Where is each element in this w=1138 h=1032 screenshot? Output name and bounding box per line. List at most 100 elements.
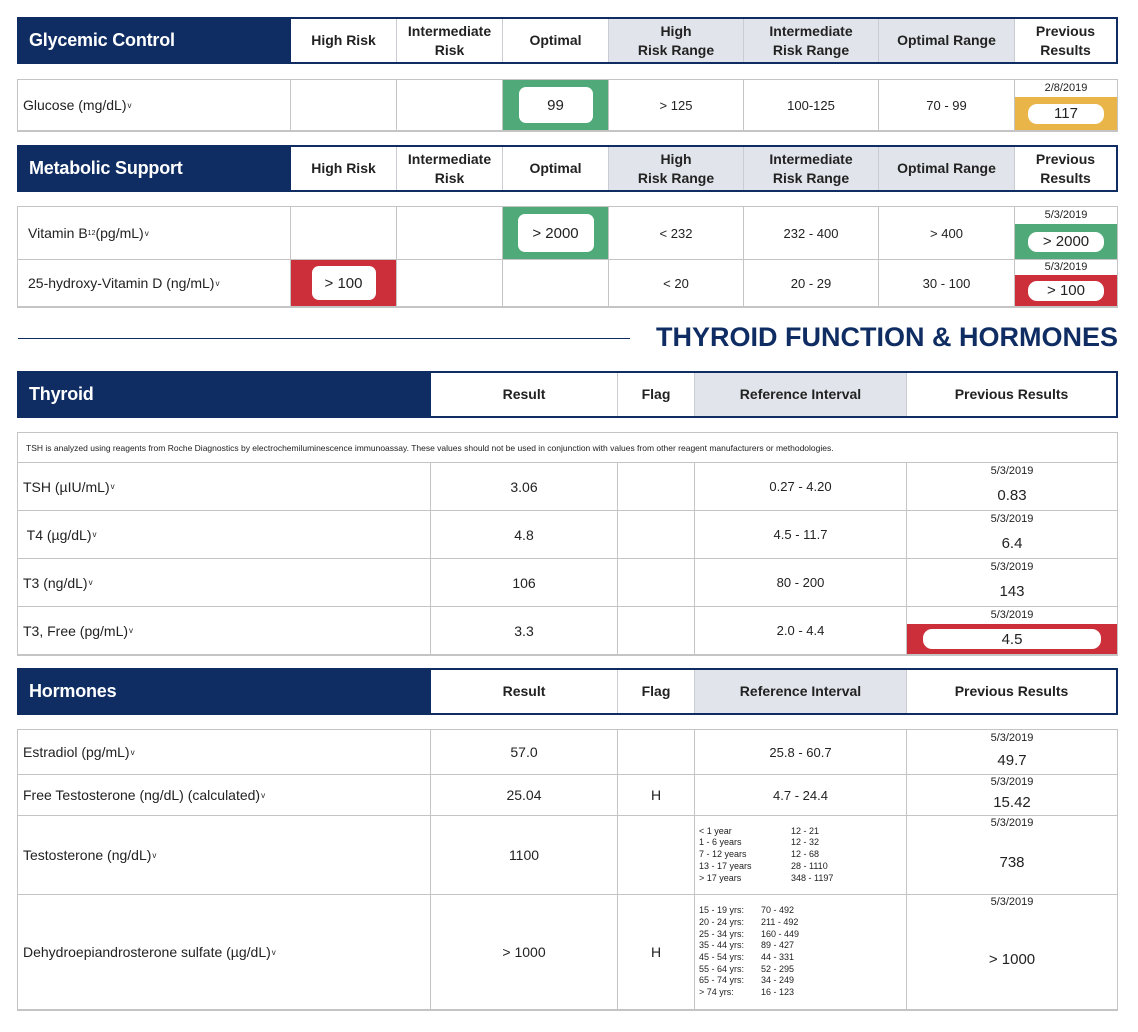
test-name: T4 (µg/dL) v [23, 526, 97, 543]
reference-interval: 80 - 200 [694, 559, 906, 606]
previous-value: 738 [999, 854, 1025, 871]
flag [617, 463, 694, 510]
test-name: Estradiol (pg/mL) v [23, 744, 135, 760]
previous-result: 2/8/2019 117 [1014, 80, 1117, 130]
reference-range: 12 - 32 [791, 837, 820, 848]
previous-value-box: 4.5 [907, 624, 1117, 654]
test-name: 25-hydroxy-Vitamin D (ng/mL) v [28, 275, 220, 291]
previous-date: 5/3/2019 [990, 896, 1034, 908]
result-value: > 1000 [430, 895, 617, 1009]
reference-range: 16 - 123 [761, 987, 795, 998]
col-reference-interval: Reference Interval [694, 670, 906, 713]
col-reference-interval: Reference Interval [694, 373, 906, 416]
reference-age: > 74 yrs: [699, 987, 734, 998]
result-value: 3.3 [430, 607, 617, 654]
col-high-risk: High Risk [311, 32, 376, 48]
col-previous-results: Previous Results [1014, 147, 1116, 190]
reference-age: 35 - 44 yrs: [699, 940, 745, 951]
previous-value-box: > 2000 [1015, 224, 1117, 259]
previous-result: 5/3/2019 > 100 [1014, 260, 1117, 306]
table-row-vitamin-b12: Vitamin B 12 (pg/mL) v > 2000 < 232 232 - … [18, 207, 1117, 259]
thyroid-table: TSH is analyzed using reagents from Roch… [17, 432, 1118, 656]
result-value: 25.04 [430, 775, 617, 815]
optimal-cell: 99 [502, 80, 608, 130]
previous-result: 5/3/2019 > 2000 [1014, 207, 1117, 259]
col-optimal: Optimal [502, 19, 608, 62]
reference-table: 15 - 19 yrs: 70 - 492 20 - 24 yrs: 211 - 49… [697, 905, 821, 999]
intermediate-risk-range: 20 - 29 [743, 260, 878, 306]
col-intermediate-risk-range: Intermediate Risk Range [743, 147, 878, 190]
result-value: 57.0 [430, 730, 617, 774]
section-divider [18, 338, 630, 339]
glycemic-title: Glycemic Control [19, 19, 291, 62]
table-row-glucose: Glucose (mg/dL) v 99 > 125 100-125 70 - 9… [18, 80, 1117, 130]
col-optimal: Optimal [502, 147, 608, 190]
high-risk-cell: > 100 [290, 260, 396, 306]
thyroid-note-row: TSH is analyzed using reagents from Roch… [18, 433, 1117, 462]
previous-result: 5/3/2019 > 1000 [906, 895, 1117, 1009]
reference-range: 70 - 492 [761, 905, 795, 916]
result-value: 1100 [430, 816, 617, 894]
col-high-risk-range: High Risk Range [608, 147, 743, 190]
reference-age: 13 - 17 years [699, 860, 752, 871]
reference-age: 45 - 54 yrs: [699, 952, 745, 962]
previous-date: 5/3/2019 [990, 817, 1034, 829]
reference-age: 1 - 6 years [699, 837, 742, 848]
result-pill: > 2000 [517, 214, 594, 252]
flag [617, 816, 694, 894]
col-result: Result [502, 386, 546, 402]
result-value: 3.06 [430, 463, 617, 510]
optimal-cell [502, 260, 608, 306]
previous-value: 15.42 [993, 794, 1031, 811]
intermediate-risk-range: 100-125 [743, 80, 878, 130]
reference-range: 52 - 295 [761, 963, 795, 974]
thyroid-header: Thyroid Result Flag Reference Interval P… [17, 371, 1118, 418]
optimal-cell: > 2000 [502, 207, 608, 259]
reference-interval: 0.27 - 4.20 [694, 463, 906, 510]
reference-age: 20 - 24 yrs: [699, 916, 745, 927]
previous-result: 5/3/2019 6.4 [906, 511, 1117, 558]
test-name: Dehydroepiandrosterone sulfate (µg/dL) v [23, 944, 276, 960]
previous-value: 6.4 [1001, 534, 1023, 552]
high-risk-range: < 20 [608, 260, 743, 306]
high-risk-cell [290, 207, 396, 259]
intermediate-risk-cell [396, 80, 502, 130]
col-previous-results: Previous Results [1014, 19, 1116, 62]
thyroid-note: TSH is analyzed using reagents from Roch… [26, 442, 834, 453]
table-row-free-testosterone: Free Testosterone (ng/dL) (calculated) v … [18, 774, 1117, 815]
previous-date: 5/3/2019 [1044, 261, 1088, 273]
reference-range: 89 - 427 [761, 940, 795, 951]
col-result: Result [502, 683, 546, 699]
col-flag: Flag [617, 373, 694, 416]
col-intermediate-risk-range: Intermediate Risk Range [743, 19, 878, 62]
intermediate-risk-cell [396, 207, 502, 259]
table-row-dhea-sulfate: Dehydroepiandrosterone sulfate (µg/dL) v … [18, 894, 1117, 1009]
high-risk-range: < 232 [608, 207, 743, 259]
previous-result: 5/3/2019 0.83 [906, 463, 1117, 510]
previous-value: 143 [999, 582, 1025, 600]
previous-value: > 100 [1028, 280, 1104, 301]
previous-date: 5/3/2019 [990, 776, 1034, 788]
flag: H [617, 775, 694, 815]
test-name: T3, Free (pg/mL) v [23, 622, 134, 639]
reference-table: < 1 year 12 - 21 1 - 6 years 12 - 32 7 - 12 … [697, 826, 851, 885]
reference-interval: 15 - 19 yrs: 70 - 492 20 - 24 yrs: 211 - 49… [694, 895, 906, 1009]
reference-range: 160 - 449 [761, 928, 800, 939]
reference-age: 7 - 12 years [699, 849, 747, 860]
reference-range: 34 - 249 [761, 975, 795, 986]
high-risk-range: > 125 [608, 80, 743, 130]
previous-result: 5/3/2019 738 [906, 816, 1117, 894]
previous-date: 5/3/2019 [990, 561, 1034, 573]
table-row-estradiol: Estradiol (pg/mL) v 57.0 25.8 - 60.7 5/3/… [18, 730, 1117, 774]
glycemic-table: Glucose (mg/dL) v 99 > 125 100-125 70 - 9… [17, 79, 1118, 132]
result-pill: 99 [518, 87, 593, 123]
previous-value: 0.83 [997, 486, 1027, 504]
table-row-tsh: TSH (µIU/mL) v 3.06 0.27 - 4.20 5/3/2019 … [18, 462, 1117, 510]
reference-interval: 4.7 - 24.4 [694, 775, 906, 815]
reference-range: 12 - 68 [791, 849, 820, 860]
intermediate-risk-cell [396, 260, 502, 306]
glycemic-header: Glycemic Control High Risk Intermediate … [17, 17, 1118, 64]
reference-interval: < 1 year 12 - 21 1 - 6 years 12 - 32 7 - 12 … [694, 816, 906, 894]
previous-value: 4.5 [922, 629, 1102, 649]
flag: H [617, 895, 694, 1009]
